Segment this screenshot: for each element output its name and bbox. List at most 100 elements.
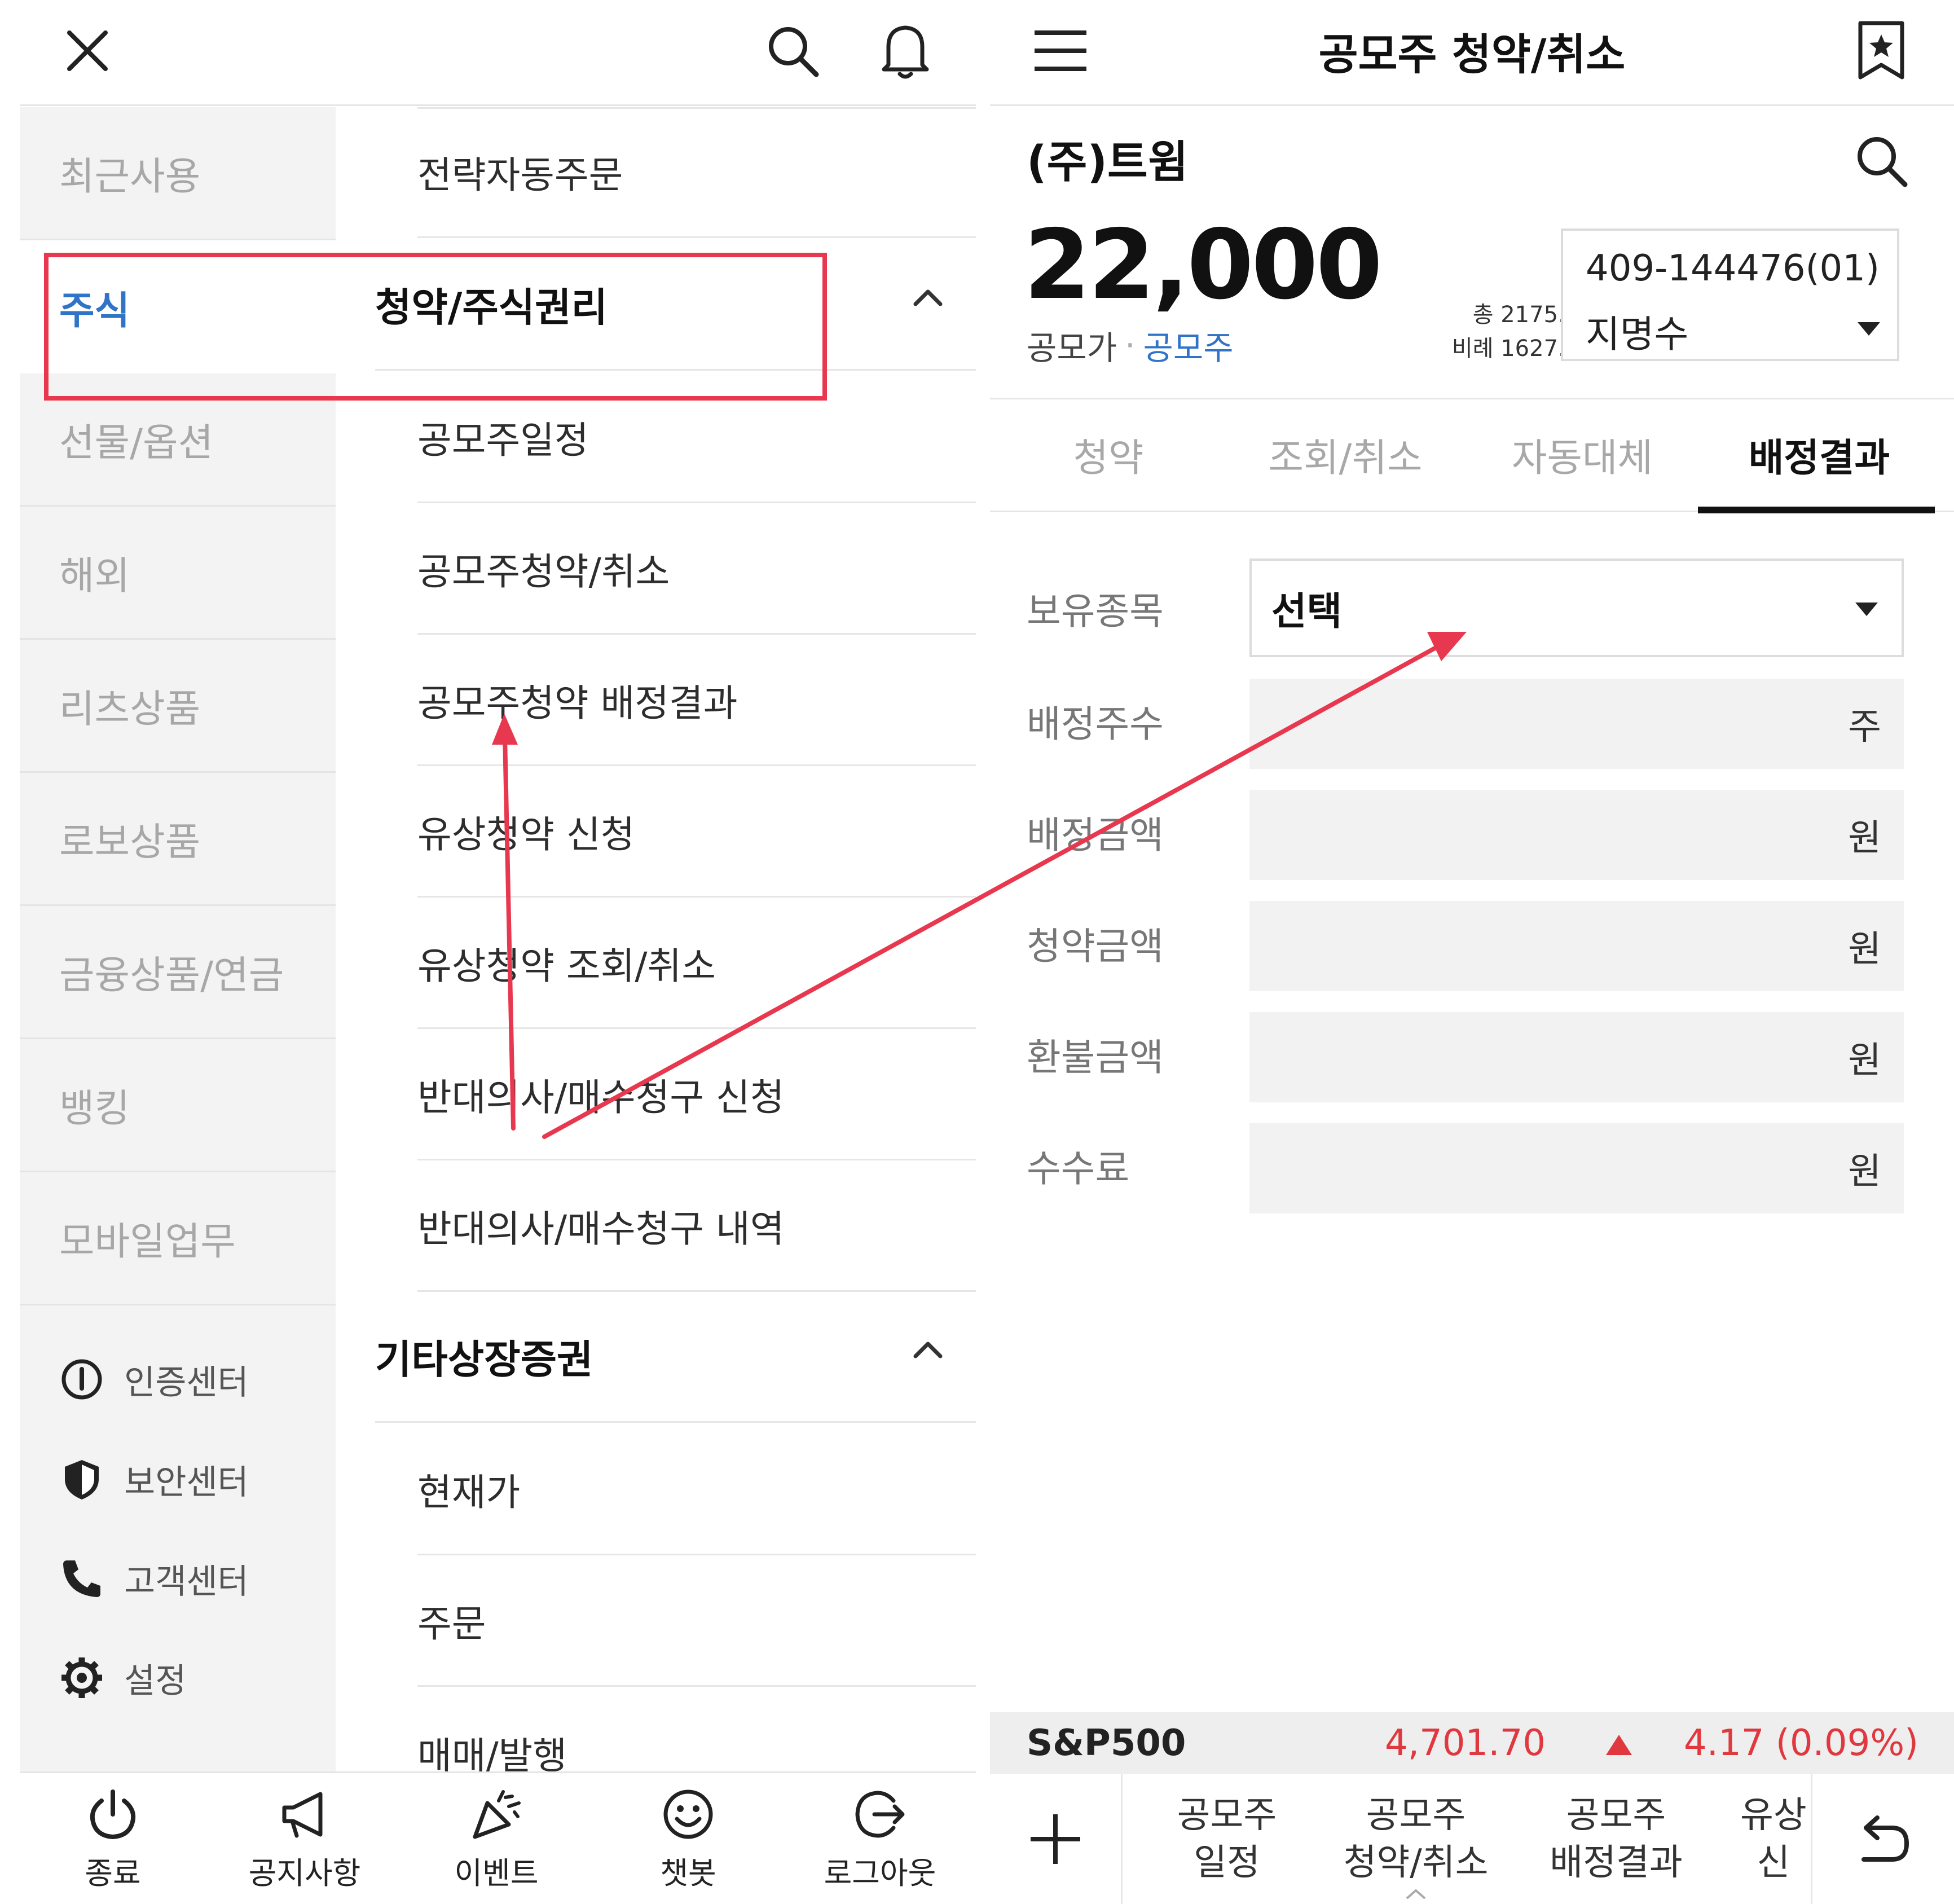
menu-item-label: 공모주일정	[417, 418, 589, 462]
nav-label: 챗봇	[660, 1855, 716, 1891]
nav-notice[interactable]: 공지사항	[212, 1773, 398, 1904]
category-label: 로보상품	[59, 820, 201, 865]
menu-item-current-price[interactable]: 현재가	[417, 1424, 976, 1555]
dropdown-arrow-icon	[1856, 321, 1881, 337]
menu-item-label: 전략자동주문	[417, 153, 623, 197]
menu-item-label: 공모주청약 배정결과	[417, 681, 738, 725]
party-popper-icon	[468, 1786, 525, 1843]
category-mobile-work[interactable]: 모바일업무	[20, 1172, 336, 1305]
util-customer-center[interactable]: 고객센터	[56, 1545, 249, 1612]
menu-item-ipo-allocation-result[interactable]: 공모주청약 배정결과	[417, 635, 976, 766]
menu-item-label: 반대의사/매수청구 신청	[417, 1075, 785, 1119]
form-label-subscription-amount: 청약금액	[1027, 925, 1164, 968]
menu-item-label: 현재가	[417, 1470, 521, 1514]
search-icon[interactable]	[759, 17, 826, 85]
nav-event[interactable]: 이벤트	[403, 1773, 589, 1904]
form-label-refund-amount: 환불금액	[1027, 1036, 1164, 1079]
menu-item-strategy-auto-order[interactable]: 전략자동주문	[417, 107, 976, 238]
search-icon[interactable]	[1847, 127, 1915, 195]
ipo-screen: 공모주 청약/취소 (주)트윔 22,000 공모가 · 공모주 경쟁률 총 2…	[990, 0, 1954, 1904]
ipo-price: 22,000	[1024, 209, 1383, 321]
logout-icon	[852, 1786, 908, 1843]
header-divider	[990, 104, 1954, 106]
price-tag: 공모주	[1143, 329, 1234, 367]
price-caption: 공모가 · 공모주	[1027, 322, 1234, 369]
hamburger-menu-icon[interactable]	[1027, 17, 1094, 85]
tab-auto-transfer[interactable]: 자동대체	[1464, 398, 1701, 511]
menu-item-label: 유상청약 신청	[417, 812, 635, 856]
util-security-center[interactable]: 보안센터	[56, 1445, 249, 1513]
quick-menu-bar: 공모주 일정 공모주 청약/취소 공모주 배정결과 유상 신	[990, 1774, 1954, 1904]
tab-subscribe[interactable]: 청약	[990, 398, 1227, 511]
quick-rights[interactable]: 유상 신	[1723, 1774, 1814, 1904]
tab-allocation-result[interactable]: 배정결과	[1701, 398, 1938, 511]
quick-label: 일정	[1194, 1842, 1260, 1884]
nav-label: 종료	[85, 1855, 141, 1891]
field-allocated-amount: 원	[1249, 790, 1904, 880]
category-robo[interactable]: 로보상품	[20, 773, 336, 906]
tab-label: 청약	[1073, 436, 1144, 481]
quick-ipo-subscribe-cancel[interactable]: 공모주 청약/취소	[1320, 1774, 1512, 1904]
unit-label: 원	[1848, 929, 1881, 970]
nav-chatbot[interactable]: 챗봇	[595, 1773, 781, 1904]
section-header-other-securities[interactable]: 기타상장증권	[375, 1292, 976, 1423]
account-number: 409-144476(01)	[1586, 248, 1880, 289]
chevron-up-icon	[911, 286, 945, 309]
ticker-change: 4.17 (0.09%)	[1684, 1722, 1919, 1764]
nav-label: 이벤트	[454, 1855, 539, 1891]
index-ticker[interactable]: S&P500 4,701.70 4.17 (0.09%)	[990, 1712, 1954, 1774]
add-icon[interactable]	[990, 1774, 1123, 1904]
field-fee: 원	[1249, 1123, 1904, 1213]
menu-item-rights-inquiry-cancel[interactable]: 유상청약 조회/취소	[417, 898, 976, 1029]
nav-label: 로그아웃	[824, 1855, 936, 1891]
quick-ipo-schedule[interactable]: 공모주 일정	[1134, 1774, 1320, 1904]
menu-item-rights-subscribe[interactable]: 유상청약 신청	[417, 767, 976, 898]
dropdown-arrow-icon	[1854, 601, 1879, 617]
menu-item-dissent-history[interactable]: 반대의사/매수청구 내역	[417, 1161, 976, 1292]
holding-select[interactable]: 선택	[1249, 559, 1904, 657]
quick-ipo-allocation-result[interactable]: 공모주 배정결과	[1520, 1774, 1712, 1904]
megaphone-icon	[276, 1786, 333, 1843]
util-auth-center[interactable]: 인증센터	[56, 1345, 249, 1413]
util-label: 보안센터	[124, 1462, 249, 1502]
menu-item-label: 공모주청약/취소	[417, 549, 670, 593]
bookmark-star-icon[interactable]	[1847, 17, 1915, 85]
category-overseas[interactable]: 해외	[20, 507, 336, 640]
category-label: 최근사용	[59, 155, 201, 199]
menu-item-ipo-subscribe-cancel[interactable]: 공모주청약/취소	[417, 504, 976, 635]
tab-label: 배정결과	[1748, 436, 1890, 481]
unit-label: 주	[1848, 706, 1881, 748]
holding-value: 선택	[1271, 590, 1343, 634]
util-settings[interactable]: 설정	[56, 1644, 186, 1712]
bell-icon[interactable]	[872, 17, 939, 85]
undo-icon[interactable]	[1811, 1774, 1954, 1904]
quick-label: 공모주	[1366, 1795, 1466, 1836]
category-banking[interactable]: 뱅킹	[20, 1039, 336, 1172]
unit-label: 원	[1848, 1040, 1881, 1081]
menu-item-label: 유상청약 조회/취소	[417, 944, 716, 988]
close-icon[interactable]	[56, 20, 118, 82]
price-label: 공모가	[1027, 329, 1117, 367]
tab-label: 조회/취소	[1268, 436, 1423, 481]
highlight-box	[44, 253, 827, 401]
bottom-nav: 종료 공지사항 이벤트 챗봇 로그아웃	[20, 1771, 976, 1904]
company-name[interactable]: (주)트윔	[1027, 127, 1189, 190]
tab-label: 자동대체	[1511, 436, 1653, 481]
tab-inquiry-cancel[interactable]: 조회/취소	[1227, 398, 1464, 511]
account-select[interactable]: 409-144476(01) 지명수	[1561, 228, 1899, 361]
menu-item-label: 반대의사/매수청구 내역	[417, 1207, 785, 1251]
category-financial-products[interactable]: 금융상품/연금	[20, 906, 336, 1039]
ticker-value: 4,701.70	[1385, 1722, 1546, 1764]
category-reits[interactable]: 리츠상품	[20, 640, 336, 773]
util-label: 설정	[124, 1661, 187, 1701]
nav-logout[interactable]: 로그아웃	[787, 1773, 973, 1904]
category-recent[interactable]: 최근사용	[20, 107, 336, 240]
util-label: 고객센터	[124, 1562, 249, 1602]
chevron-up-icon	[911, 1338, 945, 1361]
nav-exit[interactable]: 종료	[20, 1773, 206, 1904]
menu-item-dissent-request[interactable]: 반대의사/매수청구 신청	[417, 1030, 976, 1160]
account-type: 지명수	[1586, 313, 1689, 356]
menu-item-order[interactable]: 주문	[417, 1556, 976, 1687]
active-tab-indicator	[1698, 507, 1935, 513]
nav-label: 공지사항	[248, 1855, 361, 1891]
